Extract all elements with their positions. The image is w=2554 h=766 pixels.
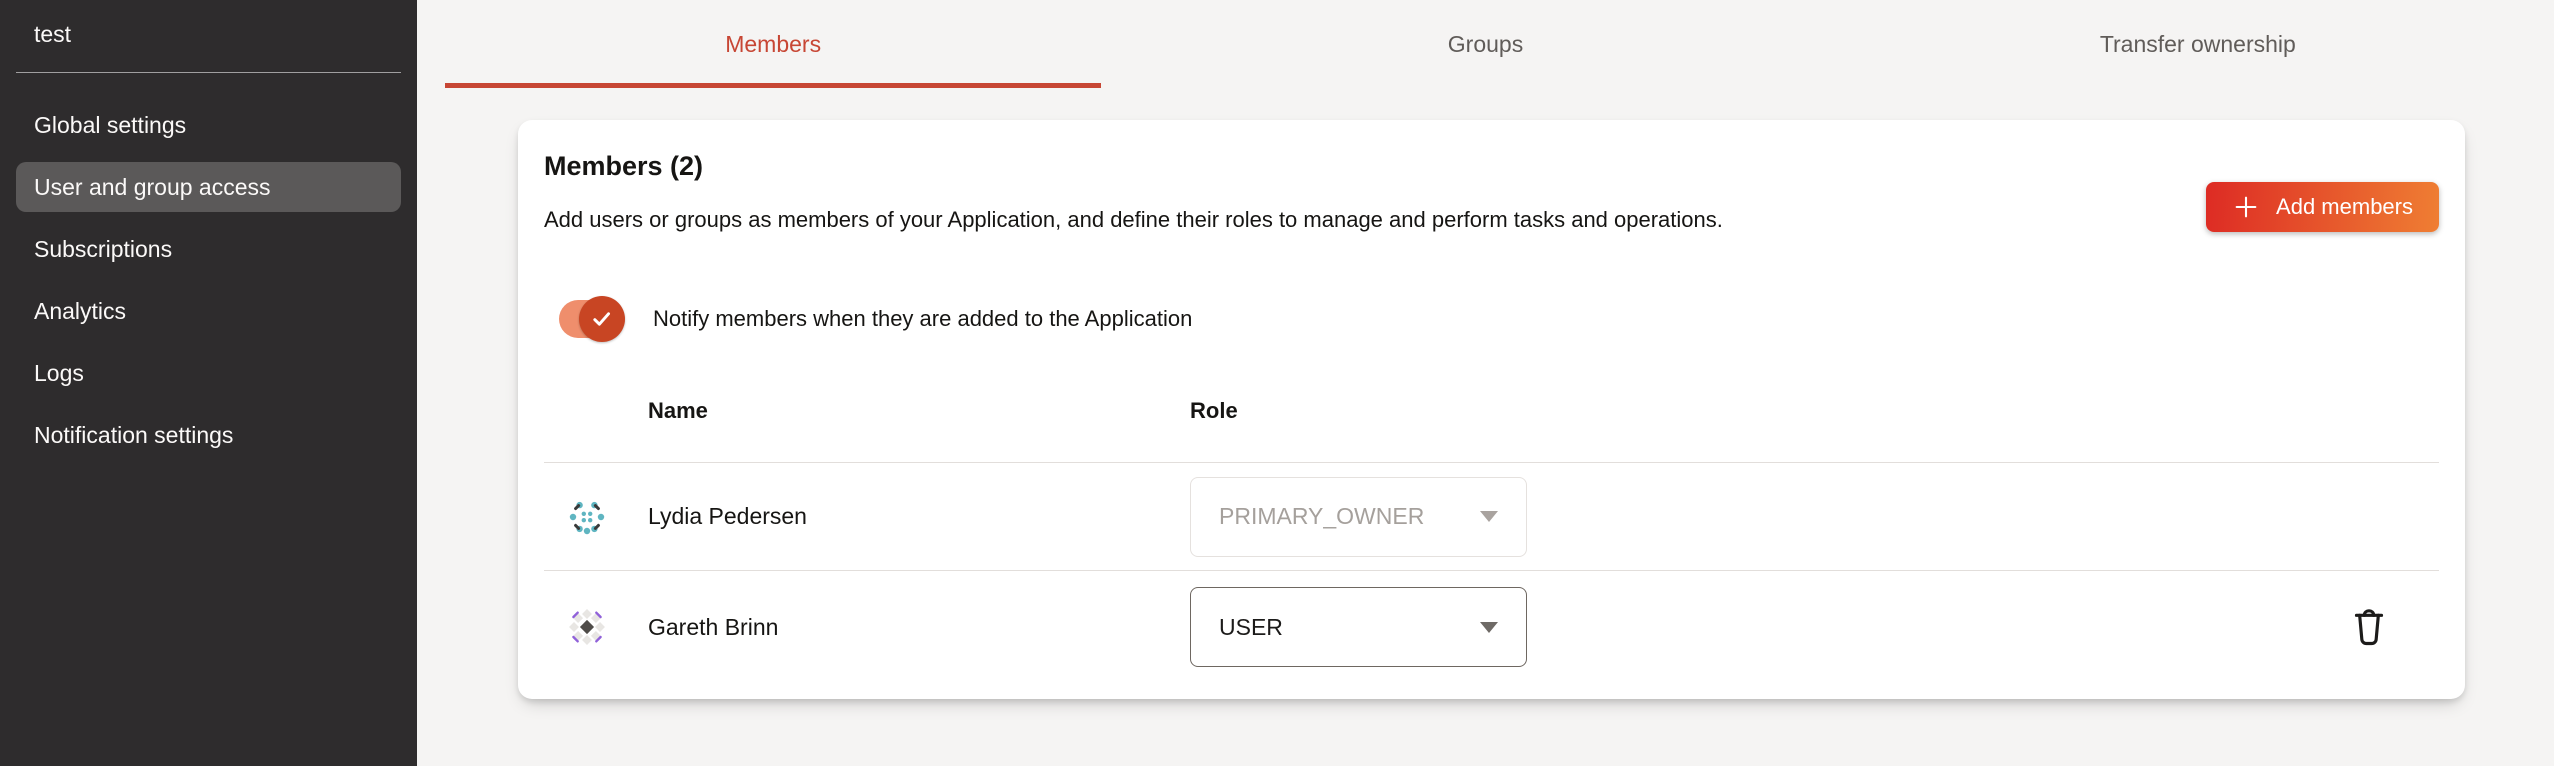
table-row: Gareth Brinn USER bbox=[544, 571, 2439, 683]
sidebar-item-user-and-group-access[interactable]: User and group access bbox=[16, 162, 401, 212]
sidebar-item-label: Notification settings bbox=[34, 422, 233, 449]
sidebar-item-label: Analytics bbox=[34, 298, 126, 325]
sidebar-item-notification-settings[interactable]: Notification settings bbox=[16, 410, 401, 460]
sidebar-item-label: Global settings bbox=[34, 112, 186, 139]
app-window: test Global settings User and group acce… bbox=[0, 0, 2554, 766]
sidebar-nav: Global settings User and group access Su… bbox=[0, 100, 417, 460]
tab-label: Transfer ownership bbox=[2100, 31, 2296, 58]
member-name: Lydia Pedersen bbox=[648, 503, 1190, 530]
trash-icon bbox=[2349, 603, 2389, 647]
tab-members[interactable]: Members bbox=[417, 0, 1129, 88]
check-icon bbox=[587, 304, 617, 334]
members-description: Add users or groups as members of your A… bbox=[544, 206, 2439, 234]
role-select: PRIMARY_OWNER bbox=[1190, 477, 1527, 557]
sidebar-item-label: Subscriptions bbox=[34, 236, 172, 263]
role-value: PRIMARY_OWNER bbox=[1219, 503, 1424, 530]
sidebar-divider bbox=[16, 72, 401, 73]
add-members-label: Add members bbox=[2276, 194, 2413, 220]
column-header-name: Name bbox=[648, 398, 1190, 424]
toggle-thumb bbox=[579, 296, 625, 342]
plus-icon bbox=[2232, 193, 2260, 221]
column-header-role: Role bbox=[1190, 398, 2349, 424]
tabbar: Members Groups Transfer ownership bbox=[417, 0, 2554, 88]
tab-label: Members bbox=[725, 31, 821, 58]
members-table: Name Role bbox=[544, 398, 2439, 683]
sidebar-item-label: Logs bbox=[34, 360, 84, 387]
avatar-cell bbox=[544, 608, 648, 646]
members-panel: Members (2) Add users or groups as membe… bbox=[518, 120, 2465, 699]
active-tab-underline bbox=[445, 83, 1101, 88]
sidebar-item-subscriptions[interactable]: Subscriptions bbox=[16, 224, 401, 274]
members-count-title: Members (2) bbox=[544, 150, 2439, 182]
tab-transfer-ownership[interactable]: Transfer ownership bbox=[1842, 0, 2554, 88]
notify-toggle-label: Notify members when they are added to th… bbox=[653, 306, 1192, 332]
add-members-button[interactable]: Add members bbox=[2206, 182, 2439, 232]
tab-groups[interactable]: Groups bbox=[1129, 0, 1841, 88]
sidebar-item-label: User and group access bbox=[34, 174, 271, 201]
tab-label: Groups bbox=[1448, 31, 1523, 58]
role-select[interactable]: USER bbox=[1190, 587, 1527, 667]
main-content: Members Groups Transfer ownership Member… bbox=[417, 0, 2554, 766]
sidebar: test Global settings User and group acce… bbox=[0, 0, 417, 766]
member-name: Gareth Brinn bbox=[648, 614, 1190, 641]
caret-down-icon bbox=[1480, 622, 1498, 633]
members-panel-header: Members (2) Add users or groups as membe… bbox=[544, 120, 2439, 234]
sidebar-item-analytics[interactable]: Analytics bbox=[16, 286, 401, 336]
avatar-cell bbox=[544, 498, 648, 536]
avatar-teal-dotted-circle bbox=[568, 498, 606, 536]
caret-down-icon bbox=[1480, 511, 1498, 522]
role-value: USER bbox=[1219, 614, 1283, 641]
sidebar-app-title: test bbox=[0, 0, 417, 72]
table-header: Name Role bbox=[544, 398, 2439, 462]
notify-toggle[interactable] bbox=[559, 296, 621, 342]
delete-member-button[interactable] bbox=[2349, 601, 2393, 649]
sidebar-item-logs[interactable]: Logs bbox=[16, 348, 401, 398]
notify-toggle-row: Notify members when they are added to th… bbox=[544, 296, 2439, 342]
sidebar-item-global-settings[interactable]: Global settings bbox=[16, 100, 401, 150]
table-row: Lydia Pedersen PRIMARY_OWNER bbox=[544, 463, 2439, 570]
avatar-purple-diamond-circle bbox=[568, 608, 606, 646]
